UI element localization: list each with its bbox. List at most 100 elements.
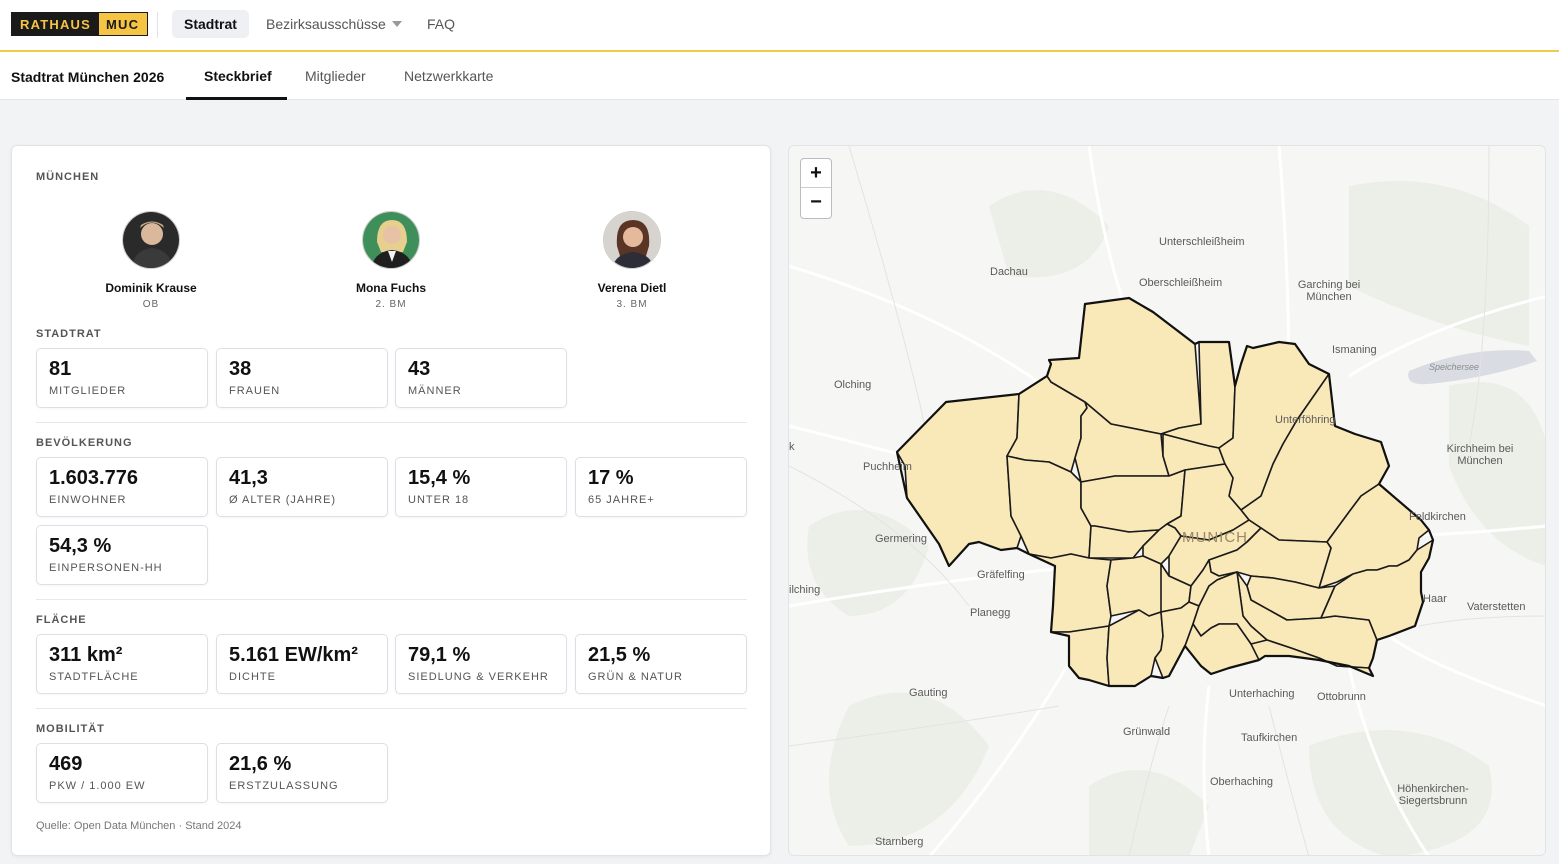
stat-card-frauen: 38 FRAUEN [216,348,388,408]
stat-card-alter: 41,3 Ø ALTER (JAHRE) [216,457,388,517]
stat-label: Ø ALTER (JAHRE) [229,494,337,506]
map-label-olching: Olching [834,379,872,391]
stat-value: 15,4 % [408,467,471,489]
stat-value: 21,5 % [588,644,651,666]
section-divider [36,708,747,709]
map-label-vaterstetten: Vaterstetten [1467,601,1526,613]
stat-card-stadtflaeche: 311 km² STADTFLÄCHE [36,634,208,694]
stat-value: 21,6 % [229,753,292,775]
person-2-bm[interactable]: Mona Fuchs 2. BM [311,211,471,310]
map-label-gauting: Gauting [909,687,948,699]
stat-card-maenner: 43 MÄNNER [395,348,567,408]
logo-text-muc: MUC [99,13,148,35]
stat-card-pkw: 469 PKW / 1.000 EW [36,743,208,803]
map-label-haar: Haar [1423,593,1447,605]
tab-steckbrief[interactable]: Steckbrief [204,68,272,84]
map-label-munich: MUNICH [1182,529,1248,546]
map-label-garching: Garching bei München [1297,279,1361,303]
person-ob[interactable]: Dominik Krause OB [71,211,231,310]
map-label-unterhaching: Unterhaching [1229,688,1295,700]
avatar [362,211,420,269]
stat-card-einpersonen-hh: 54,3 % EINPERSONEN-HH [36,525,208,585]
stat-label: EINPERSONEN-HH [49,562,163,574]
stat-label: ERSTZULASSUNG [229,780,339,792]
stat-value: 43 [408,358,431,380]
nav-faq[interactable]: FAQ [415,10,467,38]
zoom-in-button[interactable]: + [801,159,831,188]
section-label-stadtrat: STADTRAT [36,328,102,340]
map-label-taufkirchen: Taufkirchen [1241,732,1298,744]
map-label-oberschleissheim: Oberschleißheim [1139,277,1223,289]
person-role: OB [142,299,160,310]
sub-navigation-bar: Stadtrat München 2026 Steckbrief Mitglie… [0,52,1559,100]
map-label-hoehenkirchen: Höhenkirchen-Siegertsbrunn [1397,783,1469,807]
person-role: 2. BM [375,299,407,310]
stat-label: MÄNNER [408,385,462,397]
stat-label: PKW / 1.000 EW [49,780,146,792]
stat-value: 469 [49,753,83,775]
zoom-control: + − [800,158,832,219]
stat-card-gruen-natur: 21,5 % GRÜN & NATUR [575,634,747,694]
person-role: 3. BM [616,299,648,310]
map-label-feldkirchen: Feldkirchen [1409,511,1466,523]
district-map[interactable]: + − Unterschleißheim Dachau Oberschleißh… [788,145,1546,856]
stat-label: SIEDLUNG & VERKEHR [408,671,549,683]
map-label-speichersee: Speichersee [1429,362,1480,372]
map-canvas[interactable] [789,146,1546,856]
section-label-bevoelkerung: BEVÖLKERUNG [36,437,133,449]
stat-value: 79,1 % [408,644,471,666]
section-divider [36,422,747,423]
map-label-oberhaching: Oberhaching [1210,776,1273,788]
person-name: Mona Fuchs [355,281,426,295]
stat-value: 54,3 % [49,535,112,557]
nav-divider [157,12,158,38]
avatar [603,211,661,269]
chevron-down-icon [391,21,402,27]
avatar [122,211,180,269]
stat-card-siedlung-verkehr: 79,1 % SIEDLUNG & VERKEHR [395,634,567,694]
stat-label: 65 JAHRE+ [588,494,655,506]
stat-label: MITGLIEDER [49,385,127,397]
nav-stadtrat[interactable]: Stadtrat [172,10,249,38]
nav-bezirksausschuesse-dropdown[interactable]: Bezirksausschüsse [254,10,414,38]
stat-label: DICHTE [229,671,276,683]
stat-label: GRÜN & NATUR [588,671,683,683]
stat-label: FRAUEN [229,385,281,397]
stat-value: 81 [49,358,72,380]
person-name: Verena Dietl [597,281,667,295]
map-label-ismaning: Ismaning [1332,344,1377,356]
tab-netzwerkkarte[interactable]: Netzwerkkarte [404,68,493,84]
stat-label: EINWOHNER [49,494,127,506]
section-label-mobilitaet: MOBILITÄT [36,723,105,735]
zoom-out-button[interactable]: − [801,188,831,217]
section-label-flaeche: FLÄCHE [36,614,87,626]
map-label-gruenwald: Grünwald [1123,726,1171,738]
map-label-ottobrunn: Ottobrunn [1317,691,1366,703]
data-source-note: Quelle: Open Data München · Stand 2024 [36,820,242,832]
active-tab-indicator [186,97,287,100]
stat-value: 5.161 EW/km² [229,644,358,666]
map-label-graefelfing: Gräfelfing [977,569,1025,581]
nav-bezirksausschuesse-label: Bezirksausschüsse [266,16,386,32]
tab-mitglieder[interactable]: Mitglieder [305,68,366,84]
stat-value: 311 km² [49,644,123,666]
top-navigation-bar: RATHAUS MUC Stadtrat Bezirksausschüsse F… [0,0,1559,52]
nav-stadtrat-label: Stadtrat [184,16,237,32]
map-label-unterschleissheim: Unterschleißheim [1159,236,1245,248]
stat-card-erstzulassung: 21,6 % ERSTZULASSUNG [216,743,388,803]
logo-text-rathaus: RATHAUS [12,13,99,35]
stat-card-dichte: 5.161 EW/km² DICHTE [216,634,388,694]
map-label-kirchheim: Kirchheim bei München [1446,443,1514,467]
section-divider [36,599,747,600]
page-title: Stadtrat München 2026 [11,69,165,85]
munich-districts [896,297,1434,687]
map-label-unterfoehring: Unterföhring [1275,414,1336,426]
stat-value: 17 % [588,467,634,489]
map-label-starnberg: Starnberg [875,836,924,848]
map-label-ilching: ilching [789,584,821,596]
stat-value: 1.603.776 [49,467,138,489]
stat-card-einwohner: 1.603.776 EINWOHNER [36,457,208,517]
person-3-bm[interactable]: Verena Dietl 3. BM [552,211,712,310]
rathaus-muc-logo[interactable]: RATHAUS MUC [11,12,149,36]
city-heading: MÜNCHEN [36,171,100,183]
